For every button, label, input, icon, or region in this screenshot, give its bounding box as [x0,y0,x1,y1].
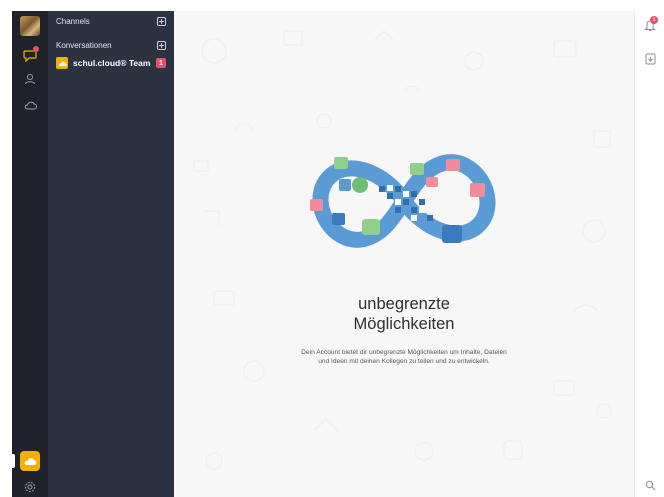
active-marker [12,454,15,468]
user-icon[interactable] [20,69,40,89]
main-content: unbegrenzte Möglichkeiten Dein Account b… [174,11,634,497]
left-rail [12,11,48,497]
conversations-label: Konversationen [56,41,112,50]
app-window: Channels Konversationen schul.cloud® Tea… [12,11,664,497]
channels-label: Channels [56,17,90,26]
gear-icon[interactable] [20,477,40,497]
add-conversation-icon[interactable] [157,41,166,50]
empty-state-title: unbegrenzte Möglichkeiten [174,294,634,334]
bell-icon[interactable]: 1 [642,16,658,33]
sidebar-item-schulcloud-team[interactable]: schul.cloud® Team 1 [56,56,166,70]
add-channel-icon[interactable] [157,17,166,26]
unread-badge: 1 [156,58,166,68]
title-line-2: Möglichkeiten [353,315,455,333]
title-line-1: unbegrenzte [358,295,450,313]
sidebar-item-label: schul.cloud® Team [73,58,151,68]
profile-avatar[interactable] [20,16,40,36]
empty-state-description: Dein Account bietet dir unbegrenzte Mögl… [301,349,507,365]
right-toolbar: 1 [634,11,664,497]
conversations-header: Konversationen [56,41,166,50]
team-icon[interactable] [20,451,40,471]
channels-header: Channels [56,17,166,26]
unread-dot [33,46,39,52]
search-icon[interactable] [642,477,658,493]
notification-badge: 1 [650,16,658,24]
cloud-icon[interactable] [20,95,40,115]
team-avatar-icon [56,57,68,69]
infinity-illustration [310,154,496,248]
chat-bubble-icon[interactable] [20,45,40,65]
conversation-sidebar: Channels Konversationen schul.cloud® Tea… [48,11,174,497]
file-icon[interactable] [642,51,658,67]
